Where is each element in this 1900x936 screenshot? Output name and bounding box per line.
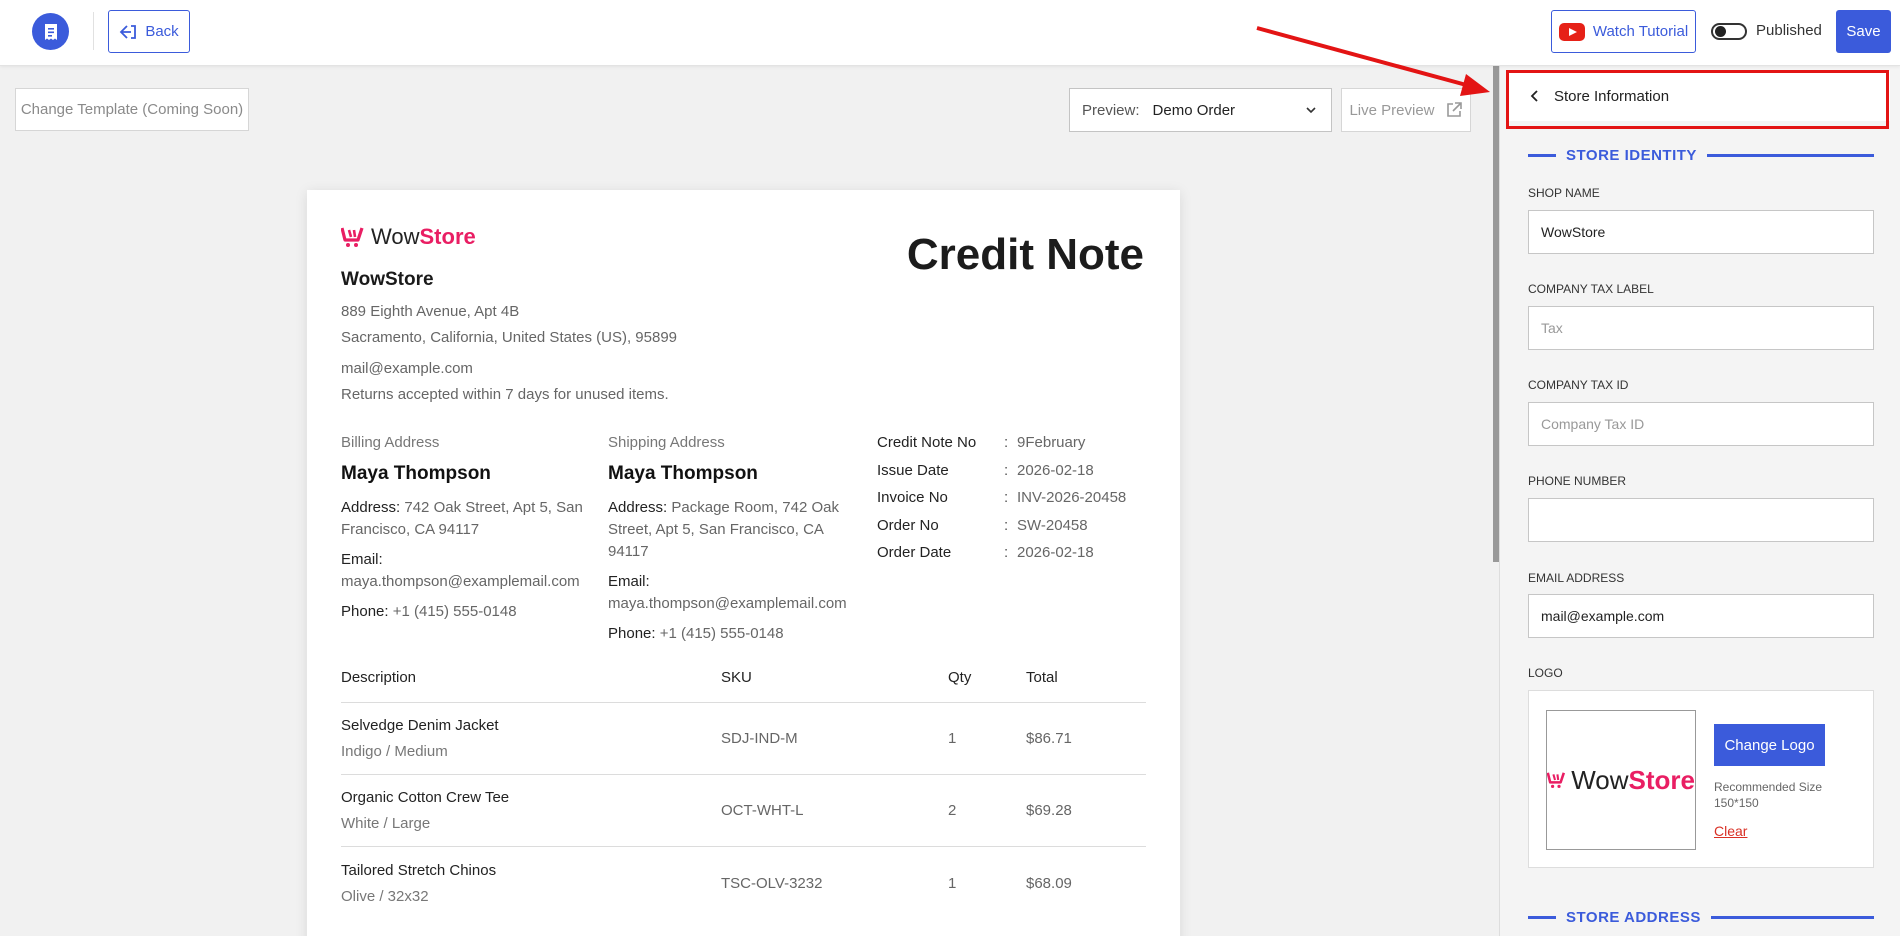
preview-select[interactable]: Preview: Demo Order <box>1069 88 1332 132</box>
watch-tutorial-button[interactable]: Watch Tutorial <box>1551 10 1696 53</box>
meta-row: Credit Note No:9February <box>877 434 1086 451</box>
shipping-address: Shipping Address Maya Thompson Address: … <box>608 434 858 645</box>
meta-row: Order No: SW-20458 <box>877 516 1088 534</box>
item-total: $69.28 <box>1026 802 1072 819</box>
meta-row: Order Date:2026-02-18 <box>877 544 1094 561</box>
external-link-icon <box>1446 102 1462 117</box>
shop-name-label: SHOP NAME <box>1528 186 1600 200</box>
col-total: Total <box>1026 669 1058 686</box>
annotation-highlight-box <box>1506 70 1889 129</box>
store-email: mail@example.com <box>341 360 473 377</box>
save-button[interactable]: Save <box>1836 10 1891 53</box>
app-logo[interactable] <box>32 13 69 50</box>
items-table: Description SKU Qty Total Selvedge Denim… <box>341 667 1146 919</box>
settings-panel: Store Information STORE IDENTITY SHOP NA… <box>1499 66 1900 936</box>
item-name: Tailored Stretch Chinos <box>341 861 497 879</box>
meta-row: Invoice No: INV-2026-20458 <box>877 489 1127 506</box>
billing-address: Billing Address Maya Thompson Address: 7… <box>341 434 591 623</box>
col-qty: Qty <box>948 669 972 686</box>
email-input[interactable]: mail@example.com <box>1528 594 1874 638</box>
cart-logo-icon <box>1547 772 1566 789</box>
back-button[interactable]: Back <box>108 10 190 53</box>
store-logo: WowStore <box>341 224 476 250</box>
shipping-name: Maya Thompson <box>608 463 758 484</box>
billing-phone: Phone: +1 (415) 555-0148 <box>341 603 517 620</box>
tax-label-label: COMPANY TAX LABEL <box>1528 282 1654 296</box>
billing-email: Email: maya.thompson@examplemail.com <box>341 551 580 590</box>
shipping-label: Shipping Address <box>608 434 725 451</box>
document-meta: Credit Note No:9February Issue Date:2026… <box>877 434 1126 572</box>
section-store-address: STORE ADDRESS <box>1528 909 1874 926</box>
item-qty: 1 <box>948 874 957 892</box>
store-address-line1: 889 Eighth Avenue, Apt 4B <box>341 303 520 320</box>
section-store-identity: STORE IDENTITY <box>1528 147 1874 164</box>
recommended-size: Recommended Size 150*150 <box>1714 780 1823 810</box>
phone-input[interactable] <box>1528 498 1874 542</box>
phone-label: PHONE NUMBER <box>1528 474 1627 488</box>
table-row: Organic Cotton Crew Tee White / Large OCT… <box>341 775 1146 847</box>
tax-label-input[interactable]: Tax <box>1528 306 1874 350</box>
credit-note-document: WowStore Credit Note WowStore 889 Eighth… <box>307 190 1180 936</box>
item-sku: OCT-WHT-L <box>721 802 804 819</box>
logo-word: Wow <box>371 224 420 249</box>
item-sku: SDJ-IND-M <box>721 730 798 747</box>
items-header: Description SKU Qty Total <box>341 667 1146 703</box>
shipping-phone: Phone: +1 (415) 555-0148 <box>608 625 784 642</box>
cart-logo-icon <box>341 227 364 247</box>
col-sku: SKU <box>721 669 752 686</box>
logo-card: WowStore Change Logo Recommended Size 15… <box>1528 690 1874 868</box>
item-total: $68.09 <box>1026 874 1072 892</box>
returns-note: Returns accepted within 7 days for unuse… <box>341 386 669 403</box>
billing-name: Maya Thompson <box>341 463 491 484</box>
live-preview-label: Live Preview <box>1349 101 1435 119</box>
preview-prefix: Preview: <box>1082 101 1140 119</box>
tax-id-label: COMPANY TAX ID <box>1528 378 1629 392</box>
document-title: Credit Note <box>906 230 1144 279</box>
email-label: EMAIL ADDRESS <box>1528 571 1625 585</box>
item-qty: 1 <box>948 730 957 747</box>
col-description: Description <box>341 669 417 686</box>
published-toggle[interactable] <box>1711 23 1747 40</box>
item-total: $86.71 <box>1026 730 1072 747</box>
table-row: Selvedge Denim Jacket Indigo / Medium SDJ… <box>341 703 1146 775</box>
back-label: Back <box>145 23 179 40</box>
table-row: Tailored Stretch Chinos Olive / 32x32 TSC… <box>341 847 1146 919</box>
tax-id-input[interactable]: Company Tax ID <box>1528 402 1874 446</box>
billing-label: Billing Address <box>341 434 440 451</box>
item-name: Organic Cotton Crew Tee <box>341 789 510 806</box>
published-label: Published <box>1756 22 1822 39</box>
billing-address-line: Address: 742 Oak Street, Apt 5, San Fran… <box>341 499 583 538</box>
item-qty: 2 <box>948 802 957 819</box>
header-divider <box>93 12 94 50</box>
youtube-icon <box>1558 22 1585 41</box>
logo-preview: WowStore <box>1546 710 1696 850</box>
top-bar: Back Watch Tutorial Published Save <box>0 0 1900 66</box>
chevron-down-icon <box>1306 107 1316 114</box>
live-preview-button[interactable]: Live Preview <box>1341 88 1471 132</box>
shipping-address-line: Address: Package Room, 742 Oak Street, A… <box>608 499 839 560</box>
logo-word-accent: Store <box>419 224 476 249</box>
shop-name: WowStore <box>341 269 434 290</box>
shipping-email: Email: maya.thompson@examplemail.com <box>608 573 847 612</box>
item-name: Selvedge Denim Jacket <box>341 717 499 734</box>
change-template-button[interactable]: Change Template (Coming Soon) <box>15 88 249 131</box>
item-variant: White / Large <box>341 815 431 832</box>
clear-logo-link[interactable]: Clear <box>1714 823 1747 839</box>
back-arrow-icon <box>120 24 137 39</box>
watch-tutorial-label: Watch Tutorial <box>1592 23 1689 40</box>
item-variant: Olive / 32x32 <box>341 887 429 905</box>
shop-name-input[interactable]: WowStore <box>1528 210 1874 254</box>
preview-value: Demo Order <box>1152 101 1236 119</box>
logo-label: LOGO <box>1528 666 1563 680</box>
change-logo-button[interactable]: Change Logo <box>1714 724 1825 766</box>
store-address-line2: Sacramento, California, United States (U… <box>341 329 677 346</box>
item-variant: Indigo / Medium <box>341 743 448 760</box>
receipt-icon <box>44 23 57 40</box>
item-sku: TSC-OLV-3232 <box>721 874 823 892</box>
meta-row: Issue Date:2026-02-18 <box>877 461 1094 479</box>
